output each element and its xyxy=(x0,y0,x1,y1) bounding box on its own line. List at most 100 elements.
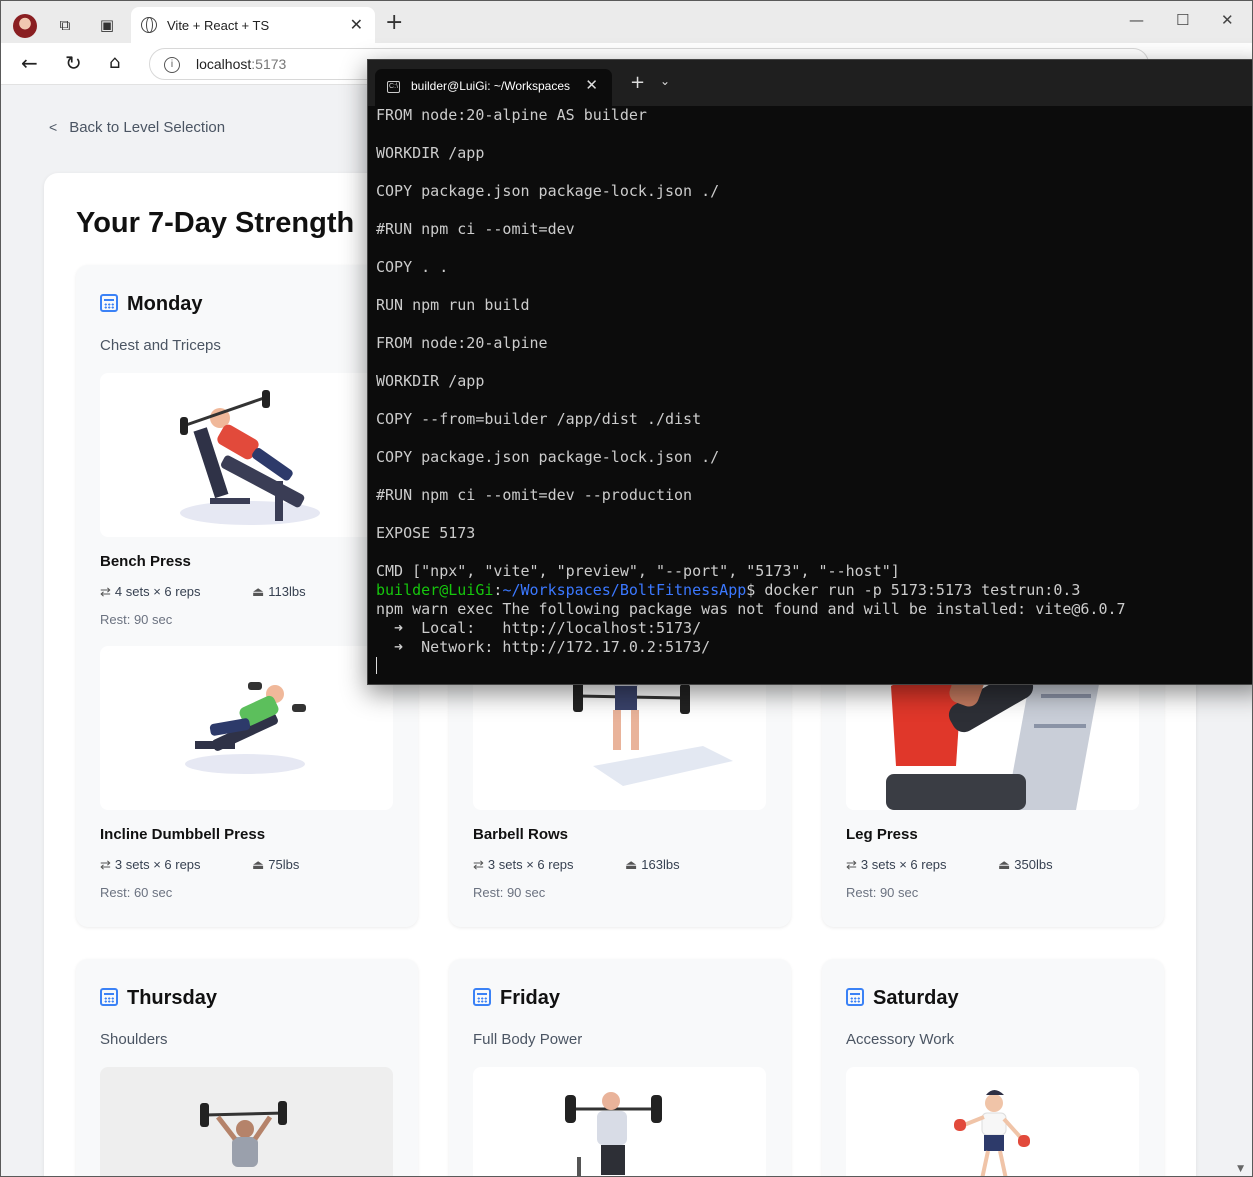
accessory-work-illustration xyxy=(954,1090,1030,1176)
terminal-line: FROM node:20-alpine AS builder xyxy=(376,106,647,124)
terminal-line: #RUN npm ci --omit=dev --production xyxy=(376,486,693,504)
day-heading: Friday xyxy=(473,987,560,1010)
day-focus: Full Body Power xyxy=(473,1031,583,1048)
day-card-friday: Friday Full Body Power xyxy=(449,959,791,1176)
calendar-icon xyxy=(100,988,118,1006)
profile-avatar[interactable] xyxy=(13,14,37,38)
back-button[interactable]: ← xyxy=(21,52,38,74)
day-focus: Chest and Triceps xyxy=(100,337,221,354)
url-text: localhost:5173 xyxy=(196,56,287,72)
day-card-thursday: Thursday Shoulders xyxy=(76,959,418,1176)
weight-icon: ⏏ xyxy=(252,584,265,599)
terminal-line: COPY package.json package-lock.json ./ xyxy=(376,448,720,466)
weight-icon: ⏏ xyxy=(998,857,1011,872)
prompt-line: builder@LuiGi:~/Workspaces/BoltFitnessAp… xyxy=(376,581,1081,599)
minimize-button[interactable]: — xyxy=(1129,11,1144,29)
close-window-button[interactable]: ✕ xyxy=(1221,11,1234,29)
back-to-level-link[interactable]: < Back to Level Selection xyxy=(49,119,225,136)
exercise-weight: ⏏ 75lbs xyxy=(252,857,300,872)
exercise-rest: Rest: 90 sec xyxy=(473,885,546,900)
shoulder-press-illustration xyxy=(200,1101,287,1167)
terminal-line: WORKDIR /app xyxy=(376,144,485,162)
terminal-line: WORKDIR /app xyxy=(376,372,485,390)
exercise-image xyxy=(100,646,393,810)
exercise-rest: Rest: 90 sec xyxy=(100,612,173,627)
site-info-icon[interactable]: i xyxy=(164,57,180,73)
home-button[interactable]: ⌂ xyxy=(109,52,120,74)
new-tab-button[interactable]: + xyxy=(385,12,403,34)
close-terminal-tab-icon[interactable]: ✕ xyxy=(585,76,598,94)
command-output: npm warn exec The following package was … xyxy=(376,600,1252,657)
incline-dumbbell-illustration xyxy=(185,682,306,774)
tab-actions-icon[interactable]: ▣ xyxy=(98,16,116,34)
calendar-icon xyxy=(100,294,118,312)
repeat-icon: ⇄ xyxy=(100,857,111,872)
exercise-sets: ⇄ 3 sets × 6 reps xyxy=(100,857,201,872)
scroll-down-arrow[interactable]: ▼ xyxy=(1237,1164,1244,1174)
day-focus: Accessory Work xyxy=(846,1031,955,1048)
close-tab-icon[interactable]: ✕ xyxy=(350,15,363,35)
new-terminal-tab-button[interactable]: + xyxy=(630,72,645,93)
day-heading: Monday xyxy=(100,293,203,316)
exercise-rest: Rest: 60 sec xyxy=(100,885,173,900)
terminal-tab-title: builder@LuiGi: ~/Workspaces xyxy=(411,79,571,93)
exercise-weight: ⏏ 113lbs xyxy=(252,584,306,599)
terminal-line: EXPOSE 5173 xyxy=(376,524,476,542)
globe-icon xyxy=(141,17,157,33)
calendar-icon xyxy=(846,988,864,1006)
terminal-dropdown-icon[interactable]: ⌄ xyxy=(660,74,670,88)
full-body-power-illustration xyxy=(565,1092,662,1176)
exercise-name: Incline Dumbbell Press xyxy=(100,826,266,843)
exercise-name: Barbell Rows xyxy=(473,826,569,843)
weight-icon: ⏏ xyxy=(252,857,265,872)
refresh-button[interactable]: ↻ xyxy=(65,52,82,74)
terminal-tab[interactable]: C:\ builder@LuiGi: ~/Workspaces ✕ xyxy=(375,69,612,106)
repeat-icon: ⇄ xyxy=(100,584,111,599)
exercise-image xyxy=(846,1067,1139,1176)
back-label: Back to Level Selection xyxy=(69,119,226,136)
terminal-line: RUN npm run build xyxy=(376,296,530,314)
exercise-weight: ⏏ 350lbs xyxy=(998,857,1053,872)
repeat-icon: ⇄ xyxy=(846,857,857,872)
browser-window: ⧉ ▣ Vite + React + TS ✕ + — ☐ ✕ ← ↻ ⌂ i … xyxy=(0,0,1253,1177)
day-heading: Saturday xyxy=(846,987,959,1010)
exercise-image xyxy=(100,1067,393,1176)
terminal-output-line: ➜ Network: http://172.17.0.2:5173/ xyxy=(376,638,711,656)
terminal-output-line: ➜ Local: http://localhost:5173/ xyxy=(376,619,702,637)
workspaces-icon[interactable]: ⧉ xyxy=(56,16,74,34)
terminal-line: CMD ["npx", "vite", "preview", "--port",… xyxy=(376,562,900,580)
terminal-line: COPY package.json package-lock.json ./ xyxy=(376,182,720,200)
chevron-left-icon: < xyxy=(49,119,58,135)
terminal-line: #RUN npm ci --omit=dev xyxy=(376,220,575,238)
day-card-saturday: Saturday Accessory Work xyxy=(822,959,1164,1176)
dockerfile-lines: FROM node:20-alpine AS builder WORKDIR /… xyxy=(376,106,1252,581)
calendar-icon xyxy=(473,988,491,1006)
exercise-image xyxy=(473,1067,766,1176)
day-focus: Shoulders xyxy=(100,1031,168,1048)
day-heading: Thursday xyxy=(100,987,217,1010)
terminal-output[interactable]: FROM node:20-alpine AS builder WORKDIR /… xyxy=(376,106,1252,676)
terminal-window[interactable]: C:\ builder@LuiGi: ~/Workspaces ✕ + ⌄ FR… xyxy=(367,59,1252,685)
weight-icon: ⏏ xyxy=(625,857,638,872)
maximize-button[interactable]: ☐ xyxy=(1176,11,1189,29)
exercise-weight: ⏏ 163lbs xyxy=(625,857,680,872)
exercise-sets: ⇄ 3 sets × 6 reps xyxy=(846,857,947,872)
exercise-name: Bench Press xyxy=(100,553,191,570)
exercise-rest: Rest: 90 sec xyxy=(846,885,919,900)
terminal-output-line: npm warn exec The following package was … xyxy=(376,600,1126,618)
exercise-image xyxy=(100,373,393,537)
exercise-name: Leg Press xyxy=(846,826,918,843)
tab-title: Vite + React + TS xyxy=(167,18,270,33)
browser-tab[interactable]: Vite + React + TS ✕ xyxy=(131,7,375,43)
terminal-line: COPY --from=builder /app/dist ./dist xyxy=(376,410,702,428)
